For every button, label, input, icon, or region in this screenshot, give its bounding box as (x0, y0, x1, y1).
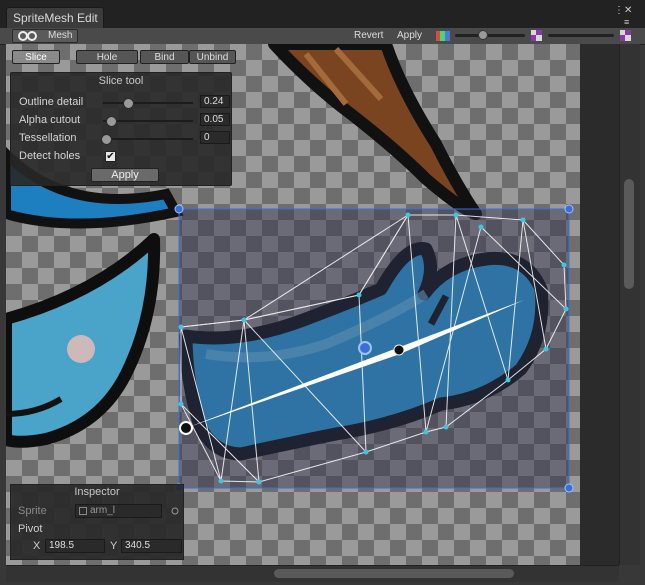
mesh-mode-label: Mesh (48, 30, 73, 41)
tessellation-slider[interactable] (101, 134, 193, 145)
zoom-slider[interactable] (455, 34, 525, 37)
detect-holes-label: Detect holes (19, 150, 81, 162)
alpha-slider[interactable] (548, 34, 614, 37)
visibility-icon (18, 31, 37, 41)
pivot-y-label: Y (110, 540, 118, 552)
alpha-cutout-field[interactable]: 0.05 (200, 113, 230, 126)
outline-detail-slider[interactable] (103, 98, 193, 109)
checker-icon[interactable] (531, 30, 542, 41)
tessellation-knob[interactable] (101, 134, 112, 145)
close-icon[interactable]: ✕ (624, 6, 632, 16)
tessellation-field[interactable]: 0 (200, 131, 230, 144)
inspector-title: Inspector (74, 486, 120, 498)
outline-detail-knob[interactable] (123, 98, 134, 109)
slice-tool-title: Slice tool (98, 75, 144, 87)
horizontal-scrollbar[interactable] (6, 565, 619, 582)
inspector-panel: Inspector Sprite arm_l Pivot X 198.5 Y 3… (10, 484, 184, 560)
sprite-field-value: arm_l (90, 505, 116, 516)
alpha-cutout-knob[interactable] (106, 116, 117, 127)
detect-holes-checkbox[interactable]: ✔ (105, 151, 116, 162)
bone-root-handle[interactable] (179, 421, 193, 435)
hole-tool-button[interactable]: Hole (76, 50, 138, 64)
tab-bar: SpriteMesh Edit ⋮ ✕ ≡ (0, 0, 645, 28)
alpha-cutout-slider[interactable] (103, 116, 193, 127)
color-swatch-icon[interactable] (436, 31, 450, 41)
spritemesh-editor-window: SpriteMesh Edit ⋮ ✕ ≡ Mesh Revert Apply (0, 0, 645, 585)
pivot-x-label: X (33, 540, 41, 552)
sprite-object-field[interactable]: arm_l (75, 504, 162, 518)
slice-tool-button[interactable]: Slice (12, 50, 60, 64)
mesh-mode-button[interactable]: Mesh (12, 29, 78, 43)
vertical-scrollbar[interactable] (619, 44, 640, 565)
canvas-side-gutter (580, 44, 619, 565)
zoom-slider-knob[interactable] (478, 30, 488, 40)
sprite-asset-icon (79, 507, 87, 515)
outline-detail-field[interactable]: 0.24 (200, 95, 230, 108)
pivot-y-field[interactable]: 340.5 (121, 539, 182, 553)
vertical-scrollbar-thumb[interactable] (624, 179, 634, 289)
alpha-cutout-label: Alpha cutout (19, 114, 81, 126)
bind-tool-button[interactable]: Bind (140, 50, 189, 64)
sprite-label: Sprite (18, 505, 47, 517)
slice-tool-panel: Slice tool Outline detail 0.24 Alpha cut… (10, 72, 232, 186)
more-icon[interactable]: ⋮ (614, 6, 624, 16)
pivot-x-field[interactable]: 198.5 (45, 539, 105, 553)
menu-icon[interactable]: ≡ (624, 17, 629, 27)
outline-detail-label: Outline detail (19, 96, 84, 108)
tab-spritemesh-editor[interactable]: SpriteMesh Edit (6, 7, 104, 28)
apply-toolbar-button[interactable]: Apply (397, 29, 422, 43)
horizontal-scrollbar-thumb[interactable] (274, 569, 514, 578)
tessellation-label: Tessellation (19, 132, 77, 144)
pivot-label: Pivot (18, 523, 43, 535)
bone-joint-handle[interactable] (393, 344, 405, 356)
editor-toolbar: Mesh Revert Apply (0, 28, 645, 45)
object-picker-icon[interactable] (171, 507, 179, 515)
pivot-handle[interactable] (358, 341, 372, 355)
slice-apply-button[interactable]: Apply (91, 168, 159, 182)
revert-button[interactable]: Revert (354, 29, 383, 43)
unbind-tool-button[interactable]: Unbind (189, 50, 236, 64)
checker-icon-alt[interactable] (620, 30, 631, 41)
